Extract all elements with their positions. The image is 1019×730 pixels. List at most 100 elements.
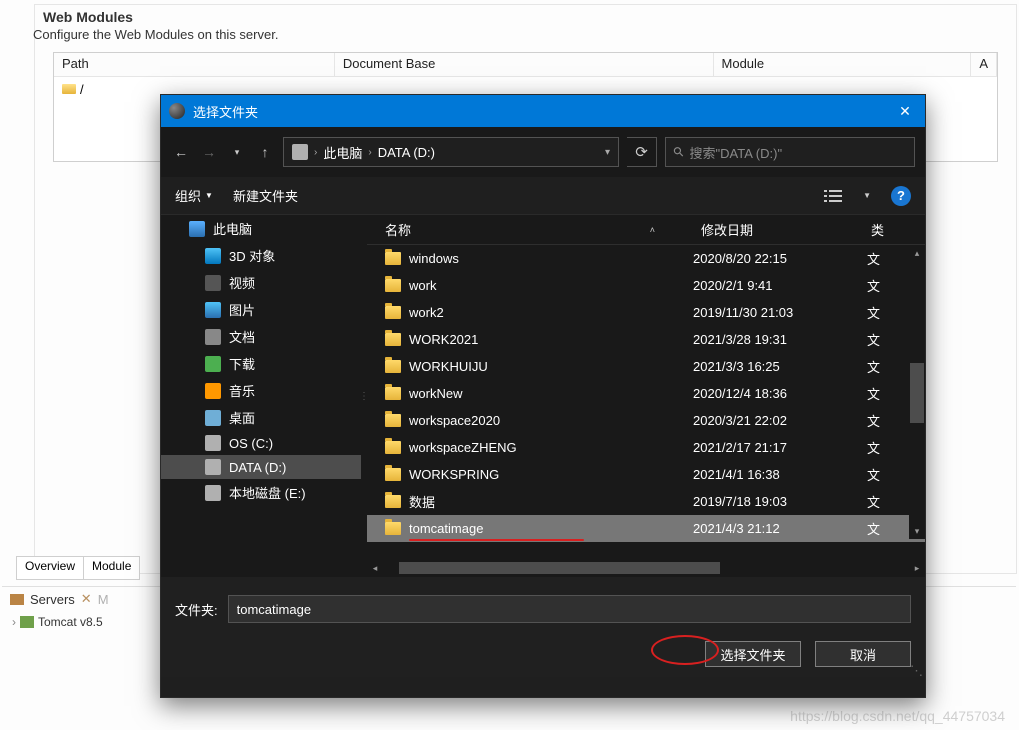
- tab-overview[interactable]: Overview: [16, 556, 84, 580]
- confirm-button[interactable]: 选择文件夹: [705, 641, 801, 667]
- back-button[interactable]: ←: [171, 142, 191, 162]
- folder-icon: [385, 279, 401, 292]
- list-item[interactable]: workNew2020/12/4 18:36文: [367, 380, 925, 407]
- editor-tabs: Overview Module: [16, 556, 139, 580]
- close-icon: ✕: [899, 103, 911, 120]
- file-list[interactable]: windows2020/8/20 22:15文work2020/2/1 9:41…: [367, 245, 925, 559]
- folder-input[interactable]: [228, 595, 911, 623]
- file-date: 2021/3/28 19:31: [693, 332, 863, 347]
- toolbar: 组织 ▼ 新建文件夹 ▼ ?: [161, 177, 925, 215]
- up-button[interactable]: ↑: [255, 142, 275, 162]
- tree-drive-d[interactable]: DATA (D:): [161, 455, 361, 479]
- dialog-title: 选择文件夹: [193, 102, 885, 121]
- tree-this-pc[interactable]: 此电脑: [161, 215, 361, 242]
- folder-icon: [385, 306, 401, 319]
- scroll-thumb-h[interactable]: [399, 562, 720, 574]
- tree-drive-e[interactable]: 本地磁盘 (E:): [161, 479, 361, 506]
- scroll-up-icon[interactable]: ▴: [909, 245, 925, 261]
- col-module[interactable]: Module: [714, 53, 972, 76]
- search-placeholder: 搜索"DATA (D:)": [690, 143, 783, 162]
- breadcrumb[interactable]: › 此电脑 › DATA (D:) ▾: [283, 137, 619, 167]
- file-name: windows: [409, 251, 459, 266]
- scroll-right-icon[interactable]: ▸: [909, 560, 925, 576]
- scroll-left-icon[interactable]: ◂: [367, 560, 383, 576]
- folder-label: 文件夹:: [175, 600, 218, 619]
- chevron-right-icon: ›: [314, 147, 317, 158]
- folder-icon: [385, 252, 401, 265]
- list-item[interactable]: WORKHUIJU2021/3/3 16:25文: [367, 353, 925, 380]
- tab-modules[interactable]: Module: [83, 556, 140, 580]
- forward-button[interactable]: →: [199, 142, 219, 162]
- breadcrumb-root[interactable]: 此电脑: [323, 143, 362, 162]
- list-item[interactable]: work2020/2/1 9:41文: [367, 272, 925, 299]
- col-date[interactable]: 修改日期: [693, 215, 863, 244]
- new-folder-button[interactable]: 新建文件夹: [233, 186, 298, 205]
- tree-pictures[interactable]: 图片: [161, 296, 361, 323]
- watermark: https://blog.csdn.net/qq_44757034: [790, 708, 1005, 724]
- chevron-right-icon: ›: [368, 147, 371, 158]
- list-item[interactable]: WORKSPRING2021/4/1 16:38文: [367, 461, 925, 488]
- expand-icon[interactable]: ›: [12, 615, 16, 629]
- help-button[interactable]: ?: [891, 186, 911, 206]
- folder-icon: [385, 387, 401, 400]
- list-view-icon: [824, 189, 842, 203]
- close-button[interactable]: ✕: [885, 95, 925, 127]
- search-icon: ⚲: [670, 143, 688, 161]
- folder-icon: [385, 468, 401, 481]
- organize-button[interactable]: 组织 ▼: [175, 186, 213, 205]
- pc-icon: [189, 221, 205, 237]
- chevron-down-icon[interactable]: ▾: [605, 147, 610, 158]
- list-item[interactable]: workspaceZHENG2021/2/17 21:17文: [367, 434, 925, 461]
- folder-icon: [385, 333, 401, 346]
- server-icon: [20, 616, 34, 628]
- breadcrumb-drive[interactable]: DATA (D:): [378, 145, 435, 160]
- col-path[interactable]: Path: [54, 53, 335, 76]
- refresh-button[interactable]: ⟳: [627, 137, 657, 167]
- list-header: 名称 ˄ 修改日期 类: [367, 215, 925, 245]
- file-date: 2020/8/20 22:15: [693, 251, 863, 266]
- chevron-down-icon[interactable]: ▼: [863, 191, 871, 200]
- search-input[interactable]: ⚲ 搜索"DATA (D:)": [665, 137, 915, 167]
- picture-icon: [205, 302, 221, 318]
- folder-tree[interactable]: 此电脑 3D 对象 视频 图片 文档 下载 音乐 桌面 OS (C:) DATA…: [161, 215, 361, 577]
- view-button[interactable]: [823, 186, 843, 206]
- list-item[interactable]: WORK20212021/3/28 19:31文: [367, 326, 925, 353]
- tree-3d-objects[interactable]: 3D 对象: [161, 242, 361, 269]
- video-icon: [205, 275, 221, 291]
- file-name: workspaceZHENG: [409, 440, 517, 455]
- col-name[interactable]: 名称 ˄: [367, 215, 693, 244]
- tree-documents[interactable]: 文档: [161, 323, 361, 350]
- file-list-pane: 名称 ˄ 修改日期 类 windows2020/8/20 22:15文work2…: [367, 215, 925, 577]
- col-auto[interactable]: A: [971, 53, 997, 76]
- annotation-underline: [409, 539, 584, 541]
- file-name: tomcatimage: [409, 521, 483, 536]
- cancel-button[interactable]: 取消: [815, 641, 911, 667]
- list-item[interactable]: windows2020/8/20 22:15文: [367, 245, 925, 272]
- dialog-body: 此电脑 3D 对象 视频 图片 文档 下载 音乐 桌面 OS (C:) DATA…: [161, 215, 925, 577]
- download-icon: [205, 356, 221, 372]
- tree-drive-c[interactable]: OS (C:): [161, 431, 361, 455]
- list-item[interactable]: tomcatimage2021/4/3 21:12文: [367, 515, 925, 542]
- file-date: 2020/2/1 9:41: [693, 278, 863, 293]
- col-type[interactable]: 类: [863, 215, 925, 244]
- list-item[interactable]: 数据2019/7/18 19:03文: [367, 488, 925, 515]
- file-name: workspace2020: [409, 413, 500, 428]
- list-item[interactable]: work22019/11/30 21:03文: [367, 299, 925, 326]
- drive-icon: [205, 459, 221, 475]
- scroll-down-icon[interactable]: ▾: [909, 523, 925, 539]
- cube-icon: [205, 248, 221, 264]
- resize-grip[interactable]: [909, 661, 923, 675]
- tree-desktop[interactable]: 桌面: [161, 404, 361, 431]
- scrollbar-vertical[interactable]: ▴ ▾: [909, 245, 925, 539]
- servers-icon: [10, 594, 24, 605]
- dialog-titlebar[interactable]: 选择文件夹 ✕: [161, 95, 925, 127]
- col-docbase[interactable]: Document Base: [335, 53, 714, 76]
- scroll-thumb[interactable]: [910, 363, 924, 423]
- recent-dropdown[interactable]: ▾: [227, 142, 247, 162]
- tree-downloads[interactable]: 下载: [161, 350, 361, 377]
- scrollbar-horizontal[interactable]: ◂ ▸: [367, 559, 925, 577]
- tree-music[interactable]: 音乐: [161, 377, 361, 404]
- panel-description: Configure the Web Modules on this server…: [33, 25, 1016, 52]
- list-item[interactable]: workspace20202020/3/21 22:02文: [367, 407, 925, 434]
- tree-video[interactable]: 视频: [161, 269, 361, 296]
